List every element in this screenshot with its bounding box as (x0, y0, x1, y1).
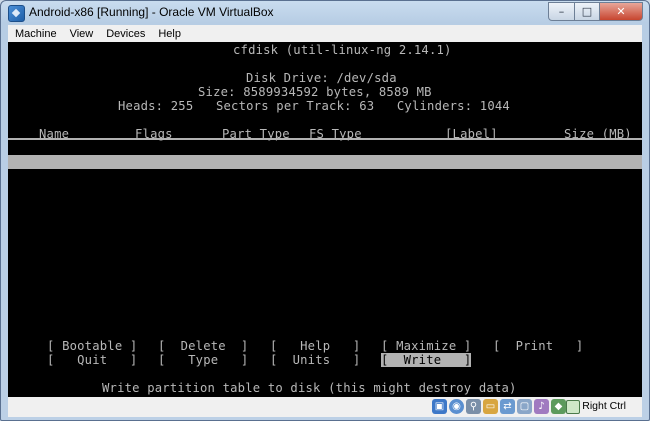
partition-name: sda1 (11, 169, 42, 183)
command-help-line: Write partition table to disk (this migh… (102, 381, 517, 395)
maximize-button[interactable]: □ (575, 2, 600, 21)
bootable-command[interactable]: [ Bootable ] (47, 339, 137, 353)
print-command[interactable]: [ Print ] (493, 339, 583, 353)
menu-devices[interactable]: Devices (100, 28, 151, 40)
partition-fs-type: Linux (309, 211, 347, 225)
type-command[interactable]: [ Type ] (158, 353, 248, 367)
delete-command[interactable]: [ Delete ] (158, 339, 248, 353)
help-command[interactable]: [ Help ] (270, 339, 360, 353)
maximize-command[interactable]: [ Maximize ] (381, 339, 471, 353)
virtualbox-window: Android-x86 [Running] - Oracle VM Virtua… (0, 0, 650, 421)
partition-type: Primary (230, 197, 283, 211)
status-bar: ▣ ◉ ⚲ ▭ ⇄ ▢ ♪ ◆ Right Ctrl (8, 397, 642, 417)
host-key-label: Right Ctrl (582, 400, 626, 412)
title-bar[interactable]: Android-x86 [Running] - Oracle VM Virtua… (1, 1, 649, 25)
write-command[interactable]: [ Write ] (381, 353, 472, 367)
menu-view[interactable]: View (64, 28, 100, 40)
display-icon[interactable]: ▢ (517, 399, 532, 414)
units-command[interactable]: [ Units ] (270, 353, 360, 367)
window-controls: – □ ✕ (548, 2, 643, 21)
audio-icon[interactable]: ♪ (534, 399, 549, 414)
hdd-icon[interactable]: ▣ (432, 399, 447, 414)
minimize-button[interactable]: – (548, 2, 575, 21)
disk-size-line: Size: 8589934592 bytes, 8589 MB (198, 85, 432, 99)
program-title: cfdisk (util-linux-ng 2.14.1) (233, 43, 452, 57)
usb-icon[interactable]: ⚲ (466, 399, 481, 414)
partition-size: 8587.20 (583, 225, 636, 239)
header-divider (8, 138, 642, 140)
menu-bar: Machine View Devices Help (8, 25, 642, 42)
network-icon[interactable]: ⇄ (500, 399, 515, 414)
partition-row[interactable]: sda1 Boot Primary Linux 8587.20 (8, 155, 642, 239)
quit-command[interactable]: [ Quit ] (47, 353, 137, 367)
partition-flags: Boot (135, 183, 166, 197)
virtualbox-app-icon (8, 5, 25, 22)
disk-drive-line: Disk Drive: /dev/sda (246, 71, 397, 85)
vm-console-screen[interactable]: cfdisk (util-linux-ng 2.14.1) Disk Drive… (8, 42, 642, 397)
cdrom-icon[interactable]: ◉ (449, 399, 464, 414)
close-button[interactable]: ✕ (600, 2, 643, 21)
device-status-icons: ▣ ◉ ⚲ ▭ ⇄ ▢ ♪ ◆ (432, 399, 566, 414)
shared-folder-icon[interactable]: ▭ (483, 399, 498, 414)
mouse-icon[interactable]: ◆ (551, 399, 566, 414)
host-key-icon (566, 400, 580, 414)
menu-help[interactable]: Help (152, 28, 187, 40)
window-title: Android-x86 [Running] - Oracle VM Virtua… (29, 5, 274, 19)
disk-geometry-line: Heads: 255 Sectors per Track: 63 Cylinde… (118, 99, 510, 113)
menu-machine[interactable]: Machine (9, 28, 63, 40)
